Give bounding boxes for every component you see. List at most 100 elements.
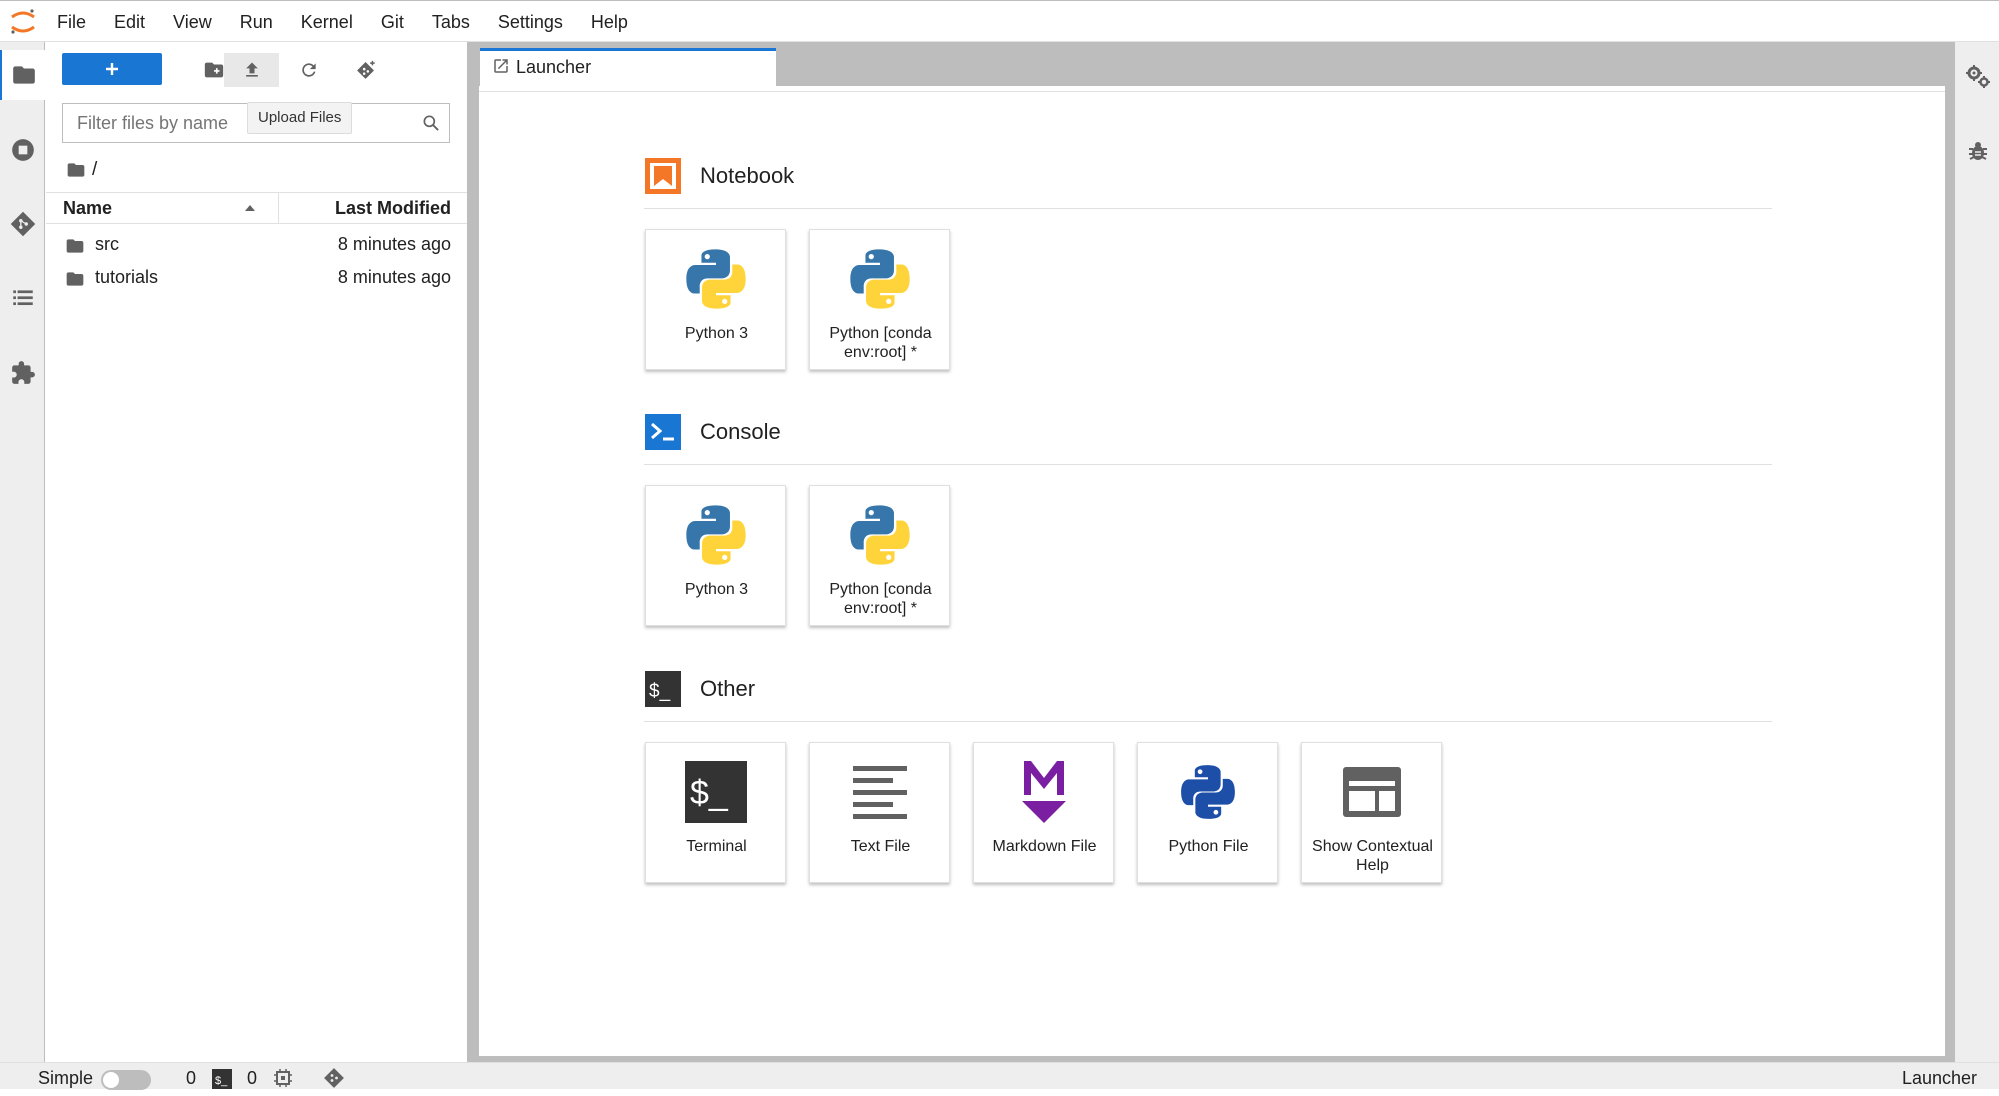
menu-run[interactable]: Run <box>226 2 287 42</box>
upload-files-button[interactable] <box>224 53 279 87</box>
console-python-conda-card[interactable]: Python [conda env:root] * <box>809 485 950 626</box>
stop-circle-icon <box>10 137 36 163</box>
file-browser-toolbar <box>46 42 467 94</box>
terminal-card[interactable]: $_ Terminal <box>645 742 786 883</box>
menu-bar: File Edit View Run Kernel Git Tabs Setti… <box>0 0 1999 42</box>
breadcrumb: / <box>66 155 97 185</box>
python-logo-icon <box>681 244 751 314</box>
extension-manager-tab[interactable] <box>0 348 45 398</box>
file-row-src[interactable]: src 8 minutes ago <box>46 228 467 261</box>
git-clone-button[interactable] <box>338 53 393 87</box>
terminal-icon: $_ <box>681 757 751 827</box>
terminal-count[interactable]: 0 <box>247 1063 257 1090</box>
card-label: Python [conda env:root] * <box>829 325 932 361</box>
right-sidebar-tabs <box>1954 42 1999 1062</box>
refresh-button[interactable] <box>281 53 336 87</box>
python-logo-icon <box>845 244 915 314</box>
name-column-label: Name <box>63 198 113 218</box>
file-listing-header: Name Last Modified <box>46 192 467 224</box>
main-dock-area: Launcher Notebook Python 3 Python [conda… <box>479 42 1954 1062</box>
status-bar: Simple 0 $_ 0 Launcher <box>0 1062 1999 1090</box>
notebook-python-conda-card[interactable]: Python [conda env:root] * <box>809 229 950 370</box>
home-folder-icon[interactable] <box>66 160 86 180</box>
console-section-title: Console <box>700 419 781 444</box>
memory-chip-icon[interactable] <box>273 1068 293 1095</box>
card-label: Text File <box>850 838 911 855</box>
svg-text:$_: $_ <box>215 1075 228 1087</box>
simple-mode-toggle[interactable] <box>101 1070 151 1090</box>
card-label: Python [conda env:root] * <box>829 581 932 617</box>
file-row-tutorials[interactable]: tutorials 8 minutes ago <box>46 261 467 294</box>
tab-bar: Launcher <box>479 42 1954 86</box>
notebook-section-header: Notebook <box>644 149 1772 209</box>
git-tab[interactable] <box>0 199 45 249</box>
file-browser-tab[interactable] <box>0 50 46 100</box>
git-clone-icon <box>355 59 377 81</box>
menu-kernel[interactable]: Kernel <box>287 2 367 42</box>
toggle-knob <box>103 1072 119 1088</box>
folder-icon <box>65 269 85 289</box>
bug-icon <box>1966 139 1990 163</box>
kernel-count[interactable]: 0 <box>186 1063 196 1090</box>
list-icon <box>10 285 36 311</box>
file-name: tutorials <box>95 267 159 287</box>
active-document-label: Launcher <box>1901 1068 1977 1088</box>
card-label: Python 3 <box>684 325 749 342</box>
markdown-file-card[interactable]: Markdown File <box>973 742 1114 883</box>
table-of-contents-tab[interactable] <box>0 273 45 323</box>
menu-help[interactable]: Help <box>577 2 642 42</box>
menu-view[interactable]: View <box>159 2 226 42</box>
menu-tabs[interactable]: Tabs <box>418 2 484 42</box>
running-sessions-tab[interactable] <box>0 125 45 175</box>
text-file-card[interactable]: Text File <box>809 742 950 883</box>
last-modified-column-header[interactable]: Last Modified <box>280 193 467 223</box>
new-launcher-button[interactable] <box>62 53 162 85</box>
python-file-icon <box>1173 757 1243 827</box>
markdown-icon <box>1009 757 1079 827</box>
sort-ascending-icon <box>244 204 256 212</box>
console-section-header: Console <box>644 405 1772 465</box>
notebook-python3-card[interactable]: Python 3 <box>645 229 786 370</box>
upload-icon <box>242 60 262 80</box>
svg-text:$_: $_ <box>690 774 729 812</box>
gears-icon <box>1965 63 1991 89</box>
panel-splitter[interactable] <box>467 42 479 1062</box>
other-section-header: $_ Other <box>644 662 1772 722</box>
console-python3-card[interactable]: Python 3 <box>645 485 786 626</box>
menu-settings[interactable]: Settings <box>484 2 577 42</box>
folder-icon <box>11 62 37 88</box>
upload-files-tooltip: Upload Files <box>247 102 353 134</box>
git-icon <box>10 211 36 237</box>
contextual-help-icon <box>1337 757 1407 827</box>
python-logo-icon <box>845 500 915 570</box>
other-section-title: Other <box>700 676 756 701</box>
tab-launcher-label: Launcher <box>516 57 592 77</box>
card-label: Markdown File <box>992 838 1097 855</box>
menu-git[interactable]: Git <box>367 2 418 42</box>
folder-icon <box>65 236 85 256</box>
property-inspector-tab[interactable] <box>1955 51 1999 101</box>
name-column-header[interactable]: Name <box>46 193 279 223</box>
notebook-icon <box>644 157 682 195</box>
menu-edit[interactable]: Edit <box>100 2 159 42</box>
plus-icon <box>103 60 121 78</box>
card-label: Python 3 <box>684 581 749 598</box>
python-file-card[interactable]: Python File <box>1137 742 1278 883</box>
launch-icon <box>492 57 510 75</box>
python-logo-icon <box>681 500 751 570</box>
console-icon <box>644 413 682 451</box>
menu-file[interactable]: File <box>43 2 100 42</box>
tab-launcher[interactable]: Launcher <box>480 48 776 86</box>
terminal-section-icon: $_ <box>644 670 682 708</box>
refresh-icon <box>299 60 319 80</box>
card-label: Terminal <box>686 838 747 855</box>
new-folder-icon <box>203 59 225 81</box>
left-sidebar-tabs <box>0 42 46 1062</box>
terminal-status-icon: $_ <box>212 1069 232 1096</box>
card-label: Show Contextual Help <box>1312 838 1433 874</box>
contextual-help-card[interactable]: Show Contextual Help <box>1301 742 1442 883</box>
debugger-tab[interactable] <box>1955 126 1999 176</box>
file-browser-panel: Upload Files / Name Last Modified src 8 … <box>46 42 467 1062</box>
breadcrumb-root[interactable]: / <box>92 159 97 181</box>
file-modified: 8 minutes ago <box>337 234 451 254</box>
